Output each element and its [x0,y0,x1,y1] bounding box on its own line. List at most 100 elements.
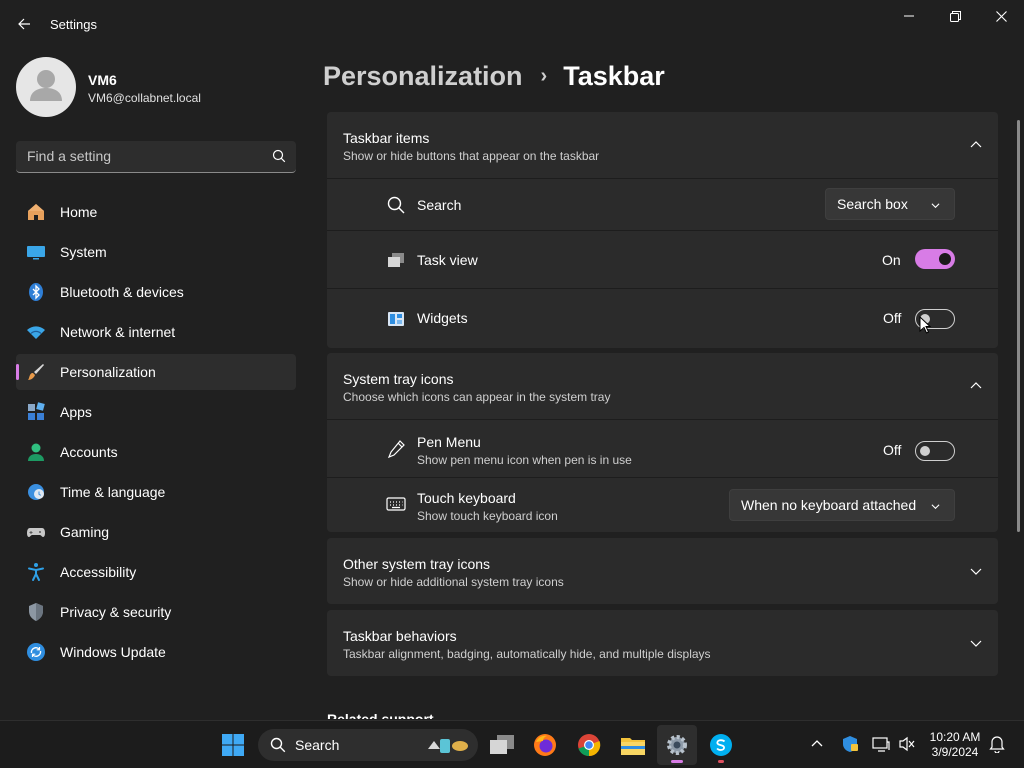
taskbar-behaviors-card[interactable]: Taskbar behaviors Taskbar alignment, bad… [327,610,998,676]
restore-button[interactable] [932,0,978,32]
defender-icon[interactable] [839,733,861,755]
sidebar-item-accounts[interactable]: Accounts [16,434,296,470]
search-icon [270,737,286,753]
taskbar-items-card: Taskbar items Show or hide buttons that … [327,112,998,348]
taskbar-firefox[interactable] [525,725,565,765]
sidebar-item-windows-update[interactable]: Windows Update [16,634,296,670]
chevron-down-icon[interactable] [970,565,982,577]
title-bar: Settings [0,0,1024,48]
mouse-cursor-icon [919,316,931,334]
notification-bell-icon[interactable] [986,733,1008,755]
sidebar-item-label: Apps [60,404,92,420]
sidebar-item-privacy[interactable]: Privacy & security [16,594,296,630]
active-indicator [671,760,683,763]
taskbar-task-view[interactable] [482,725,522,765]
chevron-down-icon [931,504,940,510]
task-view-toggle[interactable] [915,249,955,269]
search-input[interactable] [16,141,256,171]
taskbar-search-label: Search [295,737,340,753]
running-indicator [718,760,724,763]
dropdown-value: When no keyboard attached [741,497,917,513]
update-icon [26,642,46,662]
search-highlight-icon [428,739,468,753]
sidebar-item-home[interactable]: Home [16,194,296,230]
setting-row-touch-keyboard: Touch keyboard Show touch keyboard icon … [327,477,998,531]
taskbar-chrome[interactable] [569,725,609,765]
taskbar-search[interactable]: Search [258,729,478,761]
taskbar-clock[interactable]: 10:20 AM 3/9/2024 [924,730,986,760]
scrollbar[interactable] [1017,120,1020,532]
file-explorer-icon [621,738,645,755]
start-icon [222,734,244,756]
sidebar-item-apps[interactable]: Apps [16,394,296,430]
section-title: Taskbar items [343,130,430,146]
chevron-up-icon[interactable] [970,139,982,151]
sidebar-item-label: Privacy & security [60,604,172,620]
sidebar-nav: Home System Bluetooth & devices Network … [16,194,296,674]
network-icon[interactable] [870,733,892,755]
toggle-state-text: Off [883,310,902,326]
section-title: Other system tray icons [343,556,491,572]
chevron-up-icon[interactable] [806,733,828,755]
setting-label: Touch keyboard [417,490,516,506]
chevron-down-icon [931,203,940,209]
shield-icon [26,602,46,622]
setting-description: Show touch keyboard icon [417,509,558,523]
toggle-state-text: Off [883,442,902,458]
task-view-icon [490,735,514,754]
setting-row-search: Search Search box [327,178,998,230]
taskbar-skype[interactable] [701,725,741,765]
touch-keyboard-dropdown[interactable]: When no keyboard attached [729,489,955,521]
sidebar-item-time-language[interactable]: Time & language [16,474,296,510]
pen-menu-toggle[interactable] [915,441,955,461]
minimize-button[interactable] [886,0,932,32]
sidebar-item-bluetooth[interactable]: Bluetooth & devices [16,274,296,310]
back-button[interactable] [10,10,38,38]
minimize-icon [904,15,914,17]
brush-icon [26,362,46,382]
search-icon[interactable] [272,149,286,163]
taskbar-file-explorer[interactable] [613,725,653,765]
sidebar-item-label: Windows Update [60,644,166,660]
breadcrumb-parent[interactable]: Personalization [323,61,523,92]
sidebar-item-personalization[interactable]: Personalization [16,354,296,390]
keyboard-icon [386,494,406,514]
wifi-icon [26,322,46,342]
system-icon [26,242,46,262]
search-mode-dropdown[interactable]: Search box [825,188,955,220]
system-tray-header[interactable]: System tray icons Choose which icons can… [327,353,998,419]
pen-icon [386,439,406,459]
close-button[interactable] [978,0,1024,32]
bluetooth-icon [26,282,46,302]
chrome-icon [578,734,601,757]
apps-icon [26,402,46,422]
sidebar-item-gaming[interactable]: Gaming [16,514,296,550]
user-profile[interactable]: VM6 VM6@collabnet.local [16,57,296,117]
accessibility-icon [26,562,46,582]
related-support-heading: Related support [327,711,434,719]
chevron-down-icon[interactable] [970,637,982,649]
volume-muted-icon[interactable] [896,733,918,755]
chevron-up-icon[interactable] [970,380,982,392]
start-button[interactable] [213,725,253,765]
toggle-knob [939,253,951,265]
sidebar-item-system[interactable]: System [16,234,296,270]
sidebar-item-label: Personalization [60,364,156,380]
sidebar-item-accessibility[interactable]: Accessibility [16,554,296,590]
other-tray-card[interactable]: Other system tray icons Show or hide add… [327,538,998,604]
accounts-icon [26,442,46,462]
taskbar-settings[interactable] [657,725,697,765]
taskbar-items-header[interactable]: Taskbar items Show or hide buttons that … [327,112,998,178]
task-view-icon [386,250,406,270]
other-tray-header[interactable]: Other system tray icons Show or hide add… [327,538,998,604]
toggle-knob [920,446,930,456]
search-icon [386,195,406,215]
sidebar-item-label: Accessibility [60,564,137,580]
clock-time: 10:20 AM [929,730,981,744]
sidebar-item-network[interactable]: Network & internet [16,314,296,350]
dropdown-value: Search box [837,196,908,212]
taskbar-behaviors-header[interactable]: Taskbar behaviors Taskbar alignment, bad… [327,610,998,676]
restore-icon [949,10,961,22]
setting-label: Task view [417,252,478,268]
close-icon [995,10,1007,22]
